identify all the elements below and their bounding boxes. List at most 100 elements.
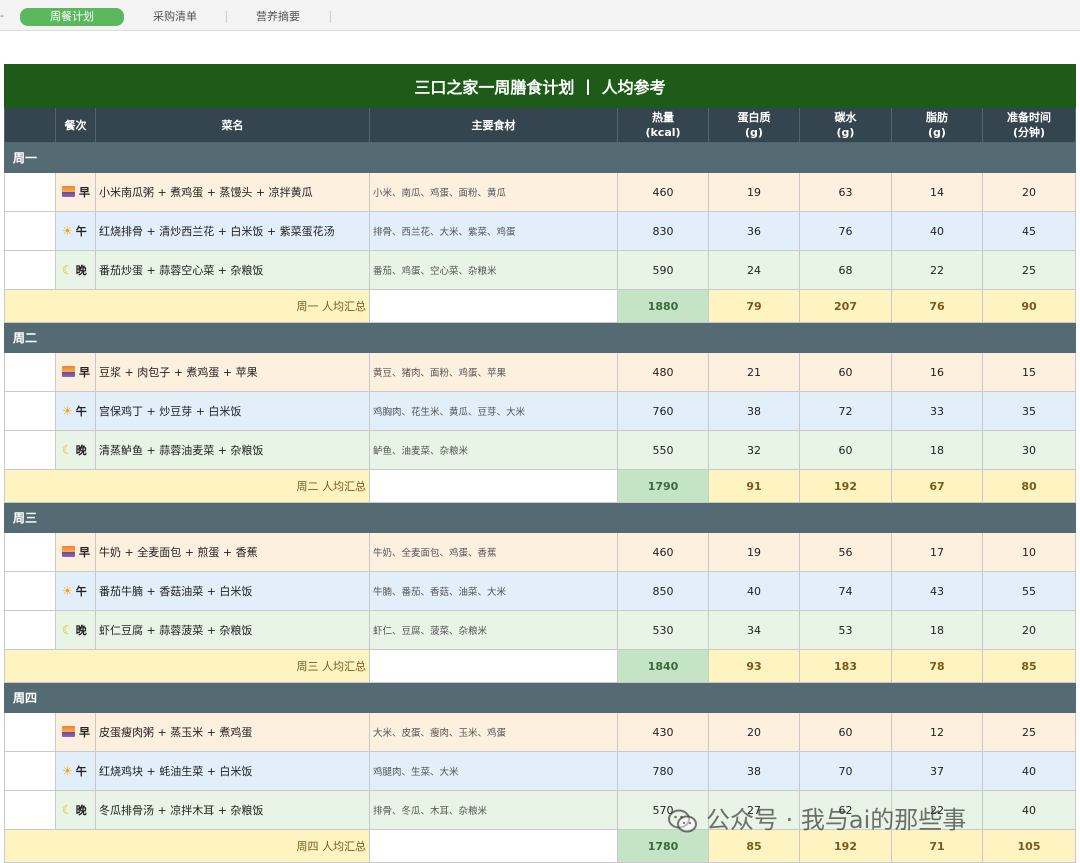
summary-label[interactable]: 周四 人均汇总: [4, 829, 370, 863]
protein-cell[interactable]: 19: [708, 532, 800, 572]
summary-carbs-cell[interactable]: 183: [799, 649, 892, 683]
ingredients-cell[interactable]: 牛腩、番茄、香菇、油菜、大米: [369, 571, 618, 611]
meal-type-cell[interactable]: ☾ 晚: [55, 610, 96, 650]
row-blank-cell[interactable]: [4, 172, 56, 212]
summary-calories-cell[interactable]: 1880: [617, 289, 709, 323]
day-label[interactable]: 周四: [3, 682, 1077, 713]
day-label[interactable]: 周三: [3, 502, 1077, 533]
meal-type-cell[interactable]: 早: [55, 712, 96, 752]
summary-prep-time-cell[interactable]: 80: [981, 469, 1077, 503]
prep-time-cell[interactable]: 15: [981, 352, 1077, 392]
meal-type-cell[interactable]: ☾ 晚: [55, 790, 96, 830]
calories-cell[interactable]: 780: [617, 751, 709, 791]
carbs-cell[interactable]: 63: [799, 172, 892, 212]
prep-time-cell[interactable]: 30: [981, 430, 1077, 470]
dish-cell[interactable]: 番茄炒蛋 + 蒜蓉空心菜 + 杂粮饭: [95, 250, 370, 290]
summary-fat-cell[interactable]: 67: [891, 469, 983, 503]
ingredients-cell[interactable]: 排骨、西兰花、大米、紫菜、鸡蛋: [369, 211, 618, 251]
fat-cell[interactable]: 14: [891, 172, 983, 212]
dish-cell[interactable]: 清蒸鲈鱼 + 蒜蓉油麦菜 + 杂粮饭: [95, 430, 370, 470]
row-blank-cell[interactable]: [4, 430, 56, 470]
meal-type-cell[interactable]: ☀ 午: [55, 211, 96, 251]
summary-blank-cell[interactable]: [369, 289, 618, 323]
row-blank-cell[interactable]: [4, 250, 56, 290]
meal-type-cell[interactable]: 早: [55, 532, 96, 572]
protein-cell[interactable]: 38: [708, 391, 800, 431]
summary-label[interactable]: 周二 人均汇总: [4, 469, 370, 503]
summary-calories-cell[interactable]: 1790: [617, 469, 709, 503]
prep-time-cell[interactable]: 25: [981, 712, 1077, 752]
protein-cell[interactable]: 34: [708, 610, 800, 650]
dish-cell[interactable]: 虾仁豆腐 + 蒜蓉菠菜 + 杂粮饭: [95, 610, 370, 650]
meal-type-cell[interactable]: 早: [55, 172, 96, 212]
carbs-cell[interactable]: 56: [799, 532, 892, 572]
prep-time-cell[interactable]: 20: [981, 610, 1077, 650]
summary-carbs-cell[interactable]: 192: [799, 469, 892, 503]
summary-blank-cell[interactable]: [369, 649, 618, 683]
summary-protein-cell[interactable]: 91: [708, 469, 800, 503]
carbs-cell[interactable]: 60: [799, 352, 892, 392]
prep-time-cell[interactable]: 25: [981, 250, 1077, 290]
summary-protein-cell[interactable]: 79: [708, 289, 800, 323]
day-label[interactable]: 周二: [3, 322, 1077, 353]
row-blank-cell[interactable]: [4, 532, 56, 572]
carbs-cell[interactable]: 53: [799, 610, 892, 650]
row-blank-cell[interactable]: [4, 751, 56, 791]
calories-cell[interactable]: 850: [617, 571, 709, 611]
calories-cell[interactable]: 460: [617, 172, 709, 212]
ingredients-cell[interactable]: 排骨、冬瓜、木耳、杂粮米: [369, 790, 618, 830]
tab-weekly-meal-plan[interactable]: 周餐计划: [20, 8, 124, 26]
ingredients-cell[interactable]: 鸡腿肉、生菜、大米: [369, 751, 618, 791]
calories-cell[interactable]: 430: [617, 712, 709, 752]
summary-carbs-cell[interactable]: 207: [799, 289, 892, 323]
summary-blank-cell[interactable]: [369, 469, 618, 503]
protein-cell[interactable]: 20: [708, 712, 800, 752]
fat-cell[interactable]: 16: [891, 352, 983, 392]
ingredients-cell[interactable]: 小米、南瓜、鸡蛋、面粉、黄瓜: [369, 172, 618, 212]
calories-cell[interactable]: 760: [617, 391, 709, 431]
summary-fat-cell[interactable]: 76: [891, 289, 983, 323]
fat-cell[interactable]: 17: [891, 532, 983, 572]
dish-cell[interactable]: 宫保鸡丁 + 炒豆芽 + 白米饭: [95, 391, 370, 431]
dish-cell[interactable]: 豆浆 + 肉包子 + 煮鸡蛋 + 苹果: [95, 352, 370, 392]
calories-cell[interactable]: 550: [617, 430, 709, 470]
carbs-cell[interactable]: 68: [799, 250, 892, 290]
row-blank-cell[interactable]: [4, 352, 56, 392]
carbs-cell[interactable]: 60: [799, 712, 892, 752]
carbs-cell[interactable]: 74: [799, 571, 892, 611]
fat-cell[interactable]: 43: [891, 571, 983, 611]
carbs-cell[interactable]: 60: [799, 430, 892, 470]
ingredients-cell[interactable]: 番茄、鸡蛋、空心菜、杂粮米: [369, 250, 618, 290]
fat-cell[interactable]: 12: [891, 712, 983, 752]
tab-shopping-list[interactable]: 采购清单: [128, 8, 222, 26]
summary-prep-time-cell[interactable]: 85: [981, 649, 1077, 683]
fat-cell[interactable]: 18: [891, 610, 983, 650]
summary-label[interactable]: 周三 人均汇总: [4, 649, 370, 683]
meal-type-cell[interactable]: ☾ 晚: [55, 430, 96, 470]
prep-time-cell[interactable]: 10: [981, 532, 1077, 572]
carbs-cell[interactable]: 72: [799, 391, 892, 431]
protein-cell[interactable]: 38: [708, 751, 800, 791]
prep-time-cell[interactable]: 45: [981, 211, 1077, 251]
protein-cell[interactable]: 21: [708, 352, 800, 392]
fat-cell[interactable]: 40: [891, 211, 983, 251]
prep-time-cell[interactable]: 40: [981, 751, 1077, 791]
meal-type-cell[interactable]: ☀ 午: [55, 751, 96, 791]
prep-time-cell[interactable]: 35: [981, 391, 1077, 431]
meal-type-cell[interactable]: 早: [55, 352, 96, 392]
protein-cell[interactable]: 32: [708, 430, 800, 470]
fat-cell[interactable]: 37: [891, 751, 983, 791]
prep-time-cell[interactable]: 40: [981, 790, 1077, 830]
summary-prep-time-cell[interactable]: 105: [981, 829, 1077, 863]
protein-cell[interactable]: 24: [708, 250, 800, 290]
dish-cell[interactable]: 红烧排骨 + 清炒西兰花 + 白米饭 + 紫菜蛋花汤: [95, 211, 370, 251]
prep-time-cell[interactable]: 55: [981, 571, 1077, 611]
protein-cell[interactable]: 40: [708, 571, 800, 611]
row-blank-cell[interactable]: [4, 211, 56, 251]
meal-type-cell[interactable]: ☀ 午: [55, 571, 96, 611]
summary-label[interactable]: 周一 人均汇总: [4, 289, 370, 323]
row-blank-cell[interactable]: [4, 790, 56, 830]
calories-cell[interactable]: 460: [617, 532, 709, 572]
prep-time-cell[interactable]: 20: [981, 172, 1077, 212]
carbs-cell[interactable]: 70: [799, 751, 892, 791]
